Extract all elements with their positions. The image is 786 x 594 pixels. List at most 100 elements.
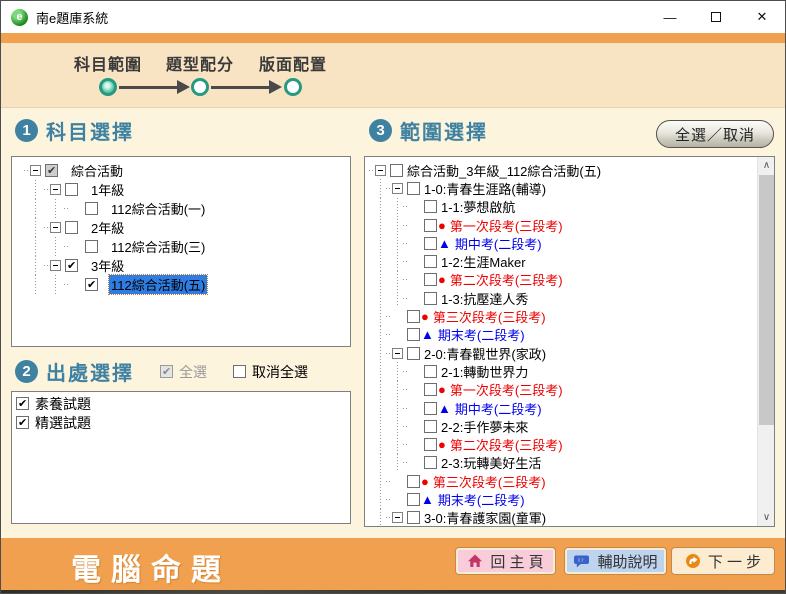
tree-checkbox[interactable] bbox=[65, 221, 78, 234]
tree-checkbox[interactable] bbox=[424, 402, 437, 415]
deselect-all-label: 取消全選 bbox=[252, 362, 308, 382]
scrollbar-down-icon[interactable]: ∨ bbox=[758, 509, 775, 526]
tree-checkbox[interactable] bbox=[407, 511, 420, 524]
expand-toggle-icon[interactable] bbox=[50, 222, 61, 233]
tree-node-label[interactable]: 2年級 bbox=[89, 218, 126, 237]
tree-checkbox[interactable] bbox=[424, 456, 437, 469]
tree-node-label[interactable]: 1-2:生涯Maker bbox=[439, 252, 528, 271]
deselect-all-checkbox[interactable] bbox=[233, 365, 246, 378]
tree-checkbox[interactable] bbox=[424, 420, 437, 433]
tree-checkbox[interactable] bbox=[424, 365, 437, 378]
source-checkbox[interactable] bbox=[16, 397, 29, 410]
tree-node-label[interactable]: 3年級 bbox=[89, 256, 126, 275]
tree-node-label[interactable]: 第二次段考(三段考) bbox=[448, 435, 565, 454]
source-list-item[interactable]: 素養試題 bbox=[12, 394, 350, 413]
tree-checkbox[interactable] bbox=[407, 475, 420, 488]
tree-checkbox[interactable] bbox=[65, 183, 78, 196]
tree-node-label[interactable]: 1-3:抗壓達人秀 bbox=[439, 289, 530, 308]
tree-checkbox[interactable] bbox=[407, 493, 420, 506]
tree-checkbox[interactable] bbox=[424, 273, 437, 286]
expand-toggle-icon[interactable] bbox=[50, 260, 61, 271]
tree-node-label[interactable]: 112綜合活動(五) bbox=[109, 275, 207, 294]
step-circle-3[interactable] bbox=[284, 78, 302, 96]
tree-checkbox[interactable] bbox=[424, 255, 437, 268]
tree-connector bbox=[403, 298, 409, 299]
tree-checkbox[interactable] bbox=[424, 219, 437, 232]
scrollbar-thumb[interactable] bbox=[759, 175, 774, 425]
tree-connector bbox=[403, 279, 409, 280]
tree-node-label[interactable]: 2-2:手作夢未來 bbox=[439, 417, 530, 436]
expand-toggle-icon[interactable] bbox=[392, 512, 403, 523]
tree-node-label[interactable]: 2-1:轉動世界力 bbox=[439, 362, 530, 381]
tree-node-label[interactable]: 2-3:玩轉美好生活 bbox=[439, 453, 543, 472]
step-label-layout-config[interactable]: 版面配置 bbox=[248, 51, 338, 75]
tree-node-label[interactable]: 第一次段考(三段考) bbox=[448, 216, 565, 235]
tree-checkbox[interactable] bbox=[390, 164, 403, 177]
tree-node-label[interactable]: 第一次段考(三段考) bbox=[448, 380, 565, 399]
tree-node-label[interactable]: 綜合活動 bbox=[69, 161, 125, 180]
tree-node-label[interactable]: 2-0:青春觀世界(家政) bbox=[422, 344, 548, 363]
scrollbar[interactable]: ∧ ∨ bbox=[757, 157, 774, 526]
source-list-item[interactable]: 精選試題 bbox=[12, 413, 350, 432]
tree-node-label[interactable]: 112綜合活動(三) bbox=[109, 237, 207, 256]
tree-checkbox[interactable] bbox=[45, 164, 58, 177]
tree-node-label[interactable]: 期末考(二段考) bbox=[436, 325, 527, 344]
tree-checkbox[interactable] bbox=[407, 182, 420, 195]
tree-row: 2年級 bbox=[12, 218, 350, 237]
tree-guide bbox=[24, 199, 44, 218]
tree-node-label[interactable]: 3-0:青春護家園(童軍) bbox=[422, 508, 548, 527]
tree-row: ▲期末考(二段考) bbox=[367, 490, 774, 508]
tree-guide bbox=[369, 362, 386, 380]
tree-node-label[interactable]: 期中考(二段考) bbox=[453, 234, 544, 253]
expand-toggle-icon[interactable] bbox=[375, 165, 386, 176]
minimize-button[interactable]: — bbox=[647, 1, 693, 33]
tree-checkbox[interactable] bbox=[85, 202, 98, 215]
tree-node-label[interactable]: 1-0:青春生涯路(輔導) bbox=[422, 179, 548, 198]
expand-toggle-icon[interactable] bbox=[392, 348, 403, 359]
tree-checkbox[interactable] bbox=[85, 240, 98, 253]
tree-node-label[interactable]: 期中考(二段考) bbox=[453, 399, 544, 418]
tree-row: 綜合活動_3年級_112綜合活動(五) bbox=[367, 161, 774, 179]
step-label-question-allocation[interactable]: 題型配分 bbox=[155, 51, 245, 75]
expand-toggle-icon[interactable] bbox=[392, 183, 403, 194]
scrollbar-up-icon[interactable]: ∧ bbox=[758, 157, 775, 174]
tree-node-label[interactable]: 第三次段考(三段考) bbox=[431, 472, 548, 491]
close-button[interactable]: ✕ bbox=[739, 1, 785, 33]
select-all-checkbox[interactable] bbox=[160, 365, 173, 378]
tree-node-label[interactable]: 期末考(二段考) bbox=[436, 490, 527, 509]
step-label-subject-range[interactable]: 科目範圍 bbox=[63, 51, 153, 75]
expand-toggle-icon[interactable] bbox=[30, 165, 41, 176]
tree-checkbox[interactable] bbox=[424, 200, 437, 213]
tree-checkbox[interactable] bbox=[85, 278, 98, 291]
tree-checkbox[interactable] bbox=[424, 438, 437, 451]
maximize-button[interactable] bbox=[693, 1, 739, 33]
deselect-all-checkbox-group[interactable]: 取消全選 bbox=[233, 362, 308, 382]
tree-checkbox[interactable] bbox=[65, 259, 78, 272]
tree-node-label[interactable]: 112綜合活動(一) bbox=[109, 199, 207, 218]
tree-checkbox[interactable] bbox=[424, 237, 437, 250]
app-window: e 南e題庫系統 — ✕ 科目範圍 題型配分 版面配置 1 科目選擇 綜合活動1… bbox=[0, 0, 786, 594]
help-button[interactable]: 輔助說明 bbox=[565, 548, 666, 574]
tree-node-label[interactable]: 1-1:夢想啟航 bbox=[439, 197, 517, 216]
select-all-toggle-button[interactable]: 全選／取消 bbox=[656, 120, 774, 148]
expand-toggle-icon[interactable] bbox=[50, 184, 61, 195]
tree-checkbox[interactable] bbox=[407, 328, 420, 341]
home-button[interactable]: 回 主 頁 bbox=[456, 548, 555, 574]
tree-node-label[interactable]: 綜合活動_3年級_112綜合活動(五) bbox=[405, 161, 603, 180]
tree-node-label[interactable]: 1年級 bbox=[89, 180, 126, 199]
select-all-checkbox-group[interactable]: 全選 bbox=[160, 362, 207, 382]
tree-row: 112綜合活動(五) bbox=[12, 275, 350, 294]
tree-node-label[interactable]: 第二次段考(三段考) bbox=[448, 270, 565, 289]
step-circle-1[interactable] bbox=[99, 78, 117, 96]
next-button[interactable]: 下 一 步 bbox=[672, 548, 774, 574]
tree-checkbox[interactable] bbox=[407, 310, 420, 323]
maximize-icon bbox=[711, 12, 721, 22]
tree-guide bbox=[44, 275, 64, 294]
tree-node-label[interactable]: 第三次段考(三段考) bbox=[431, 307, 548, 326]
tree-checkbox[interactable] bbox=[407, 347, 420, 360]
step-circle-2[interactable] bbox=[191, 78, 209, 96]
tree-checkbox[interactable] bbox=[424, 383, 437, 396]
tree-guide bbox=[386, 216, 403, 234]
source-checkbox[interactable] bbox=[16, 416, 29, 429]
tree-checkbox[interactable] bbox=[424, 292, 437, 305]
